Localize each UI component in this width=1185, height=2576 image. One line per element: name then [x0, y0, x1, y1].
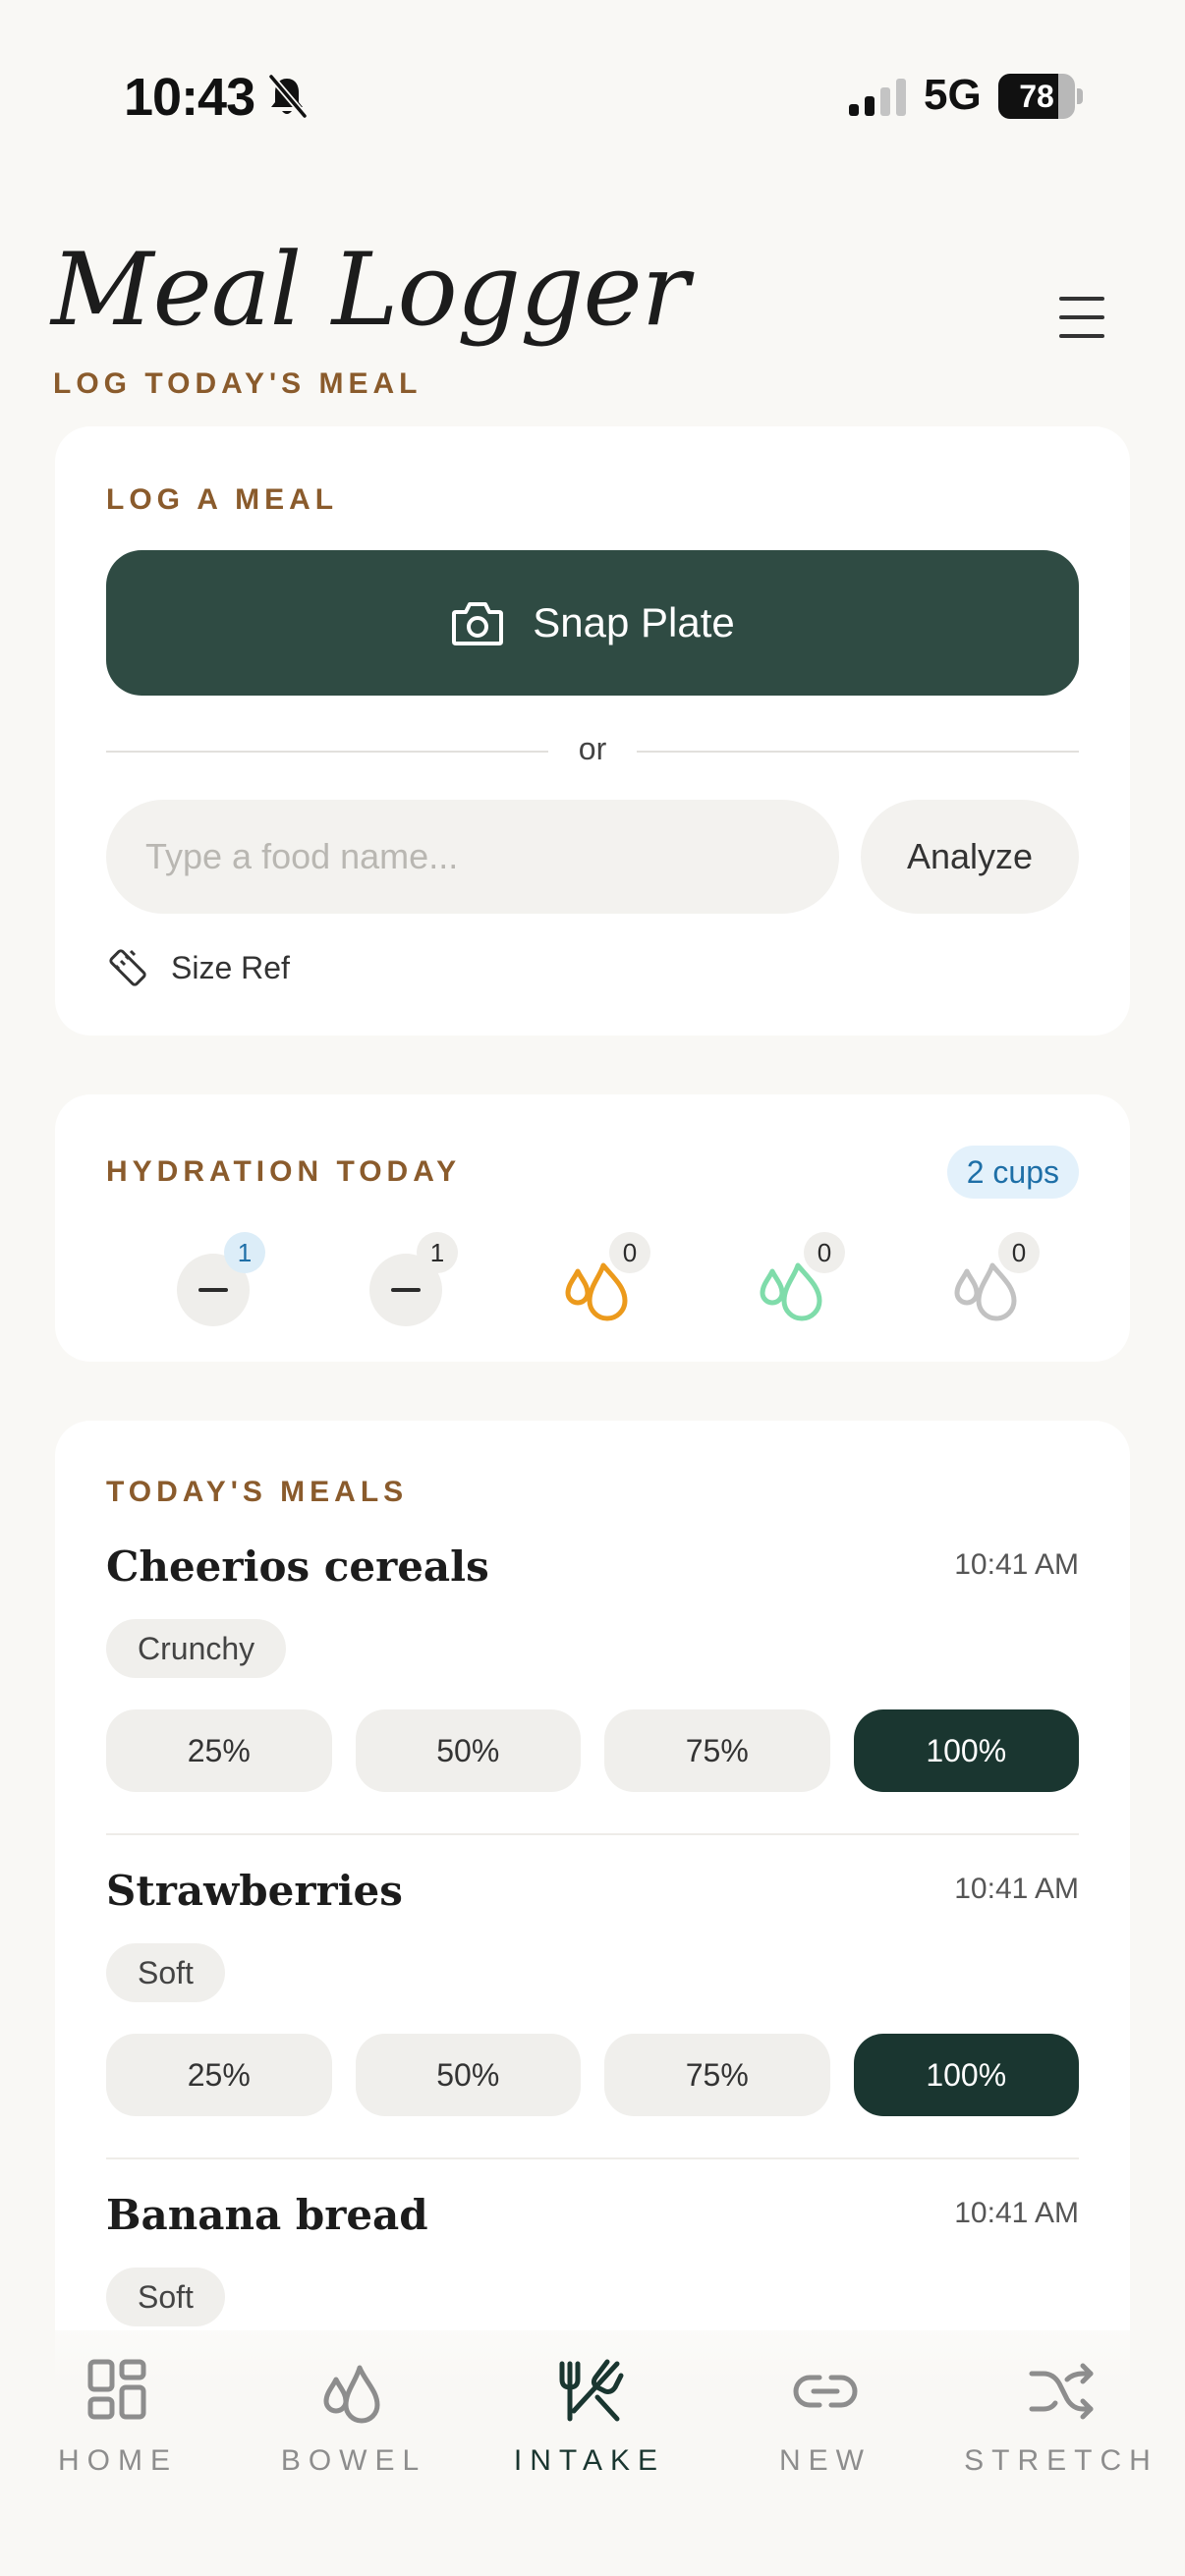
utensils-icon	[559, 2359, 624, 2422]
drink-count-badge: 1	[224, 1232, 265, 1273]
section-label-log-meal: LOG A MEAL	[106, 483, 339, 516]
size-ref-label: Size Ref	[171, 949, 290, 985]
portion-option-25[interactable]: 25%	[106, 2034, 332, 2116]
nav-home[interactable]: HOME	[0, 2354, 236, 2478]
droplets-icon	[323, 2365, 380, 2424]
meal-item: Strawberries 10:41 AM Soft 25% 50% 75% 1…	[106, 1867, 1079, 2161]
minus-icon	[198, 1288, 228, 1292]
meal-time: 10:41 AM	[954, 1873, 1079, 1905]
portion-option-25[interactable]: 25%	[106, 1709, 332, 1792]
texture-tag: Soft	[106, 1943, 225, 2002]
signal-icon	[849, 79, 906, 116]
drink-button-5[interactable]: 0	[937, 1232, 1040, 1330]
log-meal-card: LOG A MEAL Snap Plate or Analyze Size Re…	[55, 426, 1130, 1036]
portion-selector: 25% 50% 75% 100%	[106, 1709, 1079, 1792]
battery-indicator: 78	[998, 74, 1083, 119]
section-label-meals: TODAY'S MEALS	[106, 1476, 409, 1508]
nav-intake[interactable]: INTAKE	[472, 2354, 707, 2478]
meal-name: Banana bread	[106, 2191, 428, 2239]
meal-time: 10:41 AM	[954, 1548, 1079, 1581]
hamburger-line-icon	[1059, 297, 1104, 301]
portion-option-100[interactable]: 100%	[853, 1709, 1079, 1792]
meal-time: 10:41 AM	[954, 2197, 1079, 2229]
meal-name: Strawberries	[106, 1867, 403, 1915]
drink-button-2[interactable]: 1	[356, 1232, 458, 1330]
drink-count-badge: 0	[998, 1232, 1040, 1273]
drink-button-4[interactable]: 0	[743, 1232, 845, 1330]
nav-label: HOME	[58, 2444, 178, 2477]
network-type: 5G	[924, 71, 982, 119]
hydration-card: HYDRATION TODAY 2 cups 1 1 0 0 0	[55, 1094, 1130, 1362]
drink-count-badge: 0	[804, 1232, 845, 1273]
portion-option-75[interactable]: 75%	[604, 1709, 830, 1792]
link-icon	[793, 2375, 858, 2408]
todays-meals-card: TODAY'S MEALS Cheerios cereals 10:41 AM …	[55, 1421, 1130, 2403]
nav-label: STRETCH	[964, 2444, 1158, 2477]
nav-bowel[interactable]: BOWEL	[236, 2354, 472, 2478]
texture-tag: Soft	[106, 2268, 225, 2326]
nav-label: BOWEL	[280, 2444, 427, 2477]
ruler-icon	[109, 949, 146, 986]
page-title: Meal Logger	[51, 232, 690, 349]
drink-count-badge: 0	[609, 1232, 650, 1273]
bottom-nav: HOME BOWEL INTAKE NEW STRETCH	[0, 2330, 1185, 2576]
bell-muted-icon	[268, 74, 308, 119]
portion-option-50[interactable]: 50%	[355, 1709, 581, 1792]
nav-label: NEW	[779, 2444, 872, 2477]
or-text: or	[578, 731, 607, 766]
hamburger-line-icon	[1059, 315, 1104, 319]
portion-option-50[interactable]: 50%	[355, 2034, 581, 2116]
meal-item: Cheerios cereals 10:41 AM Crunchy 25% 50…	[106, 1542, 1079, 1837]
menu-button[interactable]	[1057, 293, 1106, 342]
portion-selector: 25% 50% 75% 100%	[106, 2034, 1079, 2116]
status-bar: 10:43 5G 78	[0, 0, 1185, 196]
nav-stretch[interactable]: STRETCH	[943, 2354, 1179, 2478]
snap-plate-label: Snap Plate	[533, 599, 735, 645]
camera-icon	[452, 602, 504, 645]
nav-label: INTAKE	[513, 2444, 666, 2477]
portion-option-100[interactable]: 100%	[853, 2034, 1079, 2116]
meal-name: Cheerios cereals	[106, 1542, 489, 1591]
status-time: 10:43	[124, 68, 255, 127]
size-ref-toggle[interactable]: Size Ref	[106, 943, 290, 992]
drink-count-badge: 1	[417, 1232, 458, 1273]
snap-plate-button[interactable]: Snap Plate	[106, 550, 1079, 696]
grid-icon	[87, 2359, 146, 2420]
divider	[106, 2157, 1079, 2159]
shuffle-icon	[1029, 2363, 1094, 2420]
minus-icon	[391, 1288, 421, 1292]
cups-total-badge: 2 cups	[946, 1146, 1079, 1199]
drink-button-3[interactable]: 0	[548, 1232, 650, 1330]
hamburger-line-icon	[1059, 334, 1104, 338]
nav-new[interactable]: NEW	[707, 2354, 943, 2478]
or-divider: or	[106, 723, 1079, 778]
food-name-input[interactable]	[106, 800, 839, 914]
drink-button-1[interactable]: 1	[163, 1232, 265, 1330]
divider	[106, 1833, 1079, 1835]
page-subtitle: LOG TODAY'S MEAL	[53, 367, 423, 400]
analyze-button[interactable]: Analyze	[861, 800, 1079, 914]
section-label-hydration: HYDRATION TODAY	[106, 1155, 462, 1188]
battery-percent: 78	[1019, 79, 1054, 114]
texture-tag: Crunchy	[106, 1619, 287, 1678]
portion-option-75[interactable]: 75%	[604, 2034, 830, 2116]
